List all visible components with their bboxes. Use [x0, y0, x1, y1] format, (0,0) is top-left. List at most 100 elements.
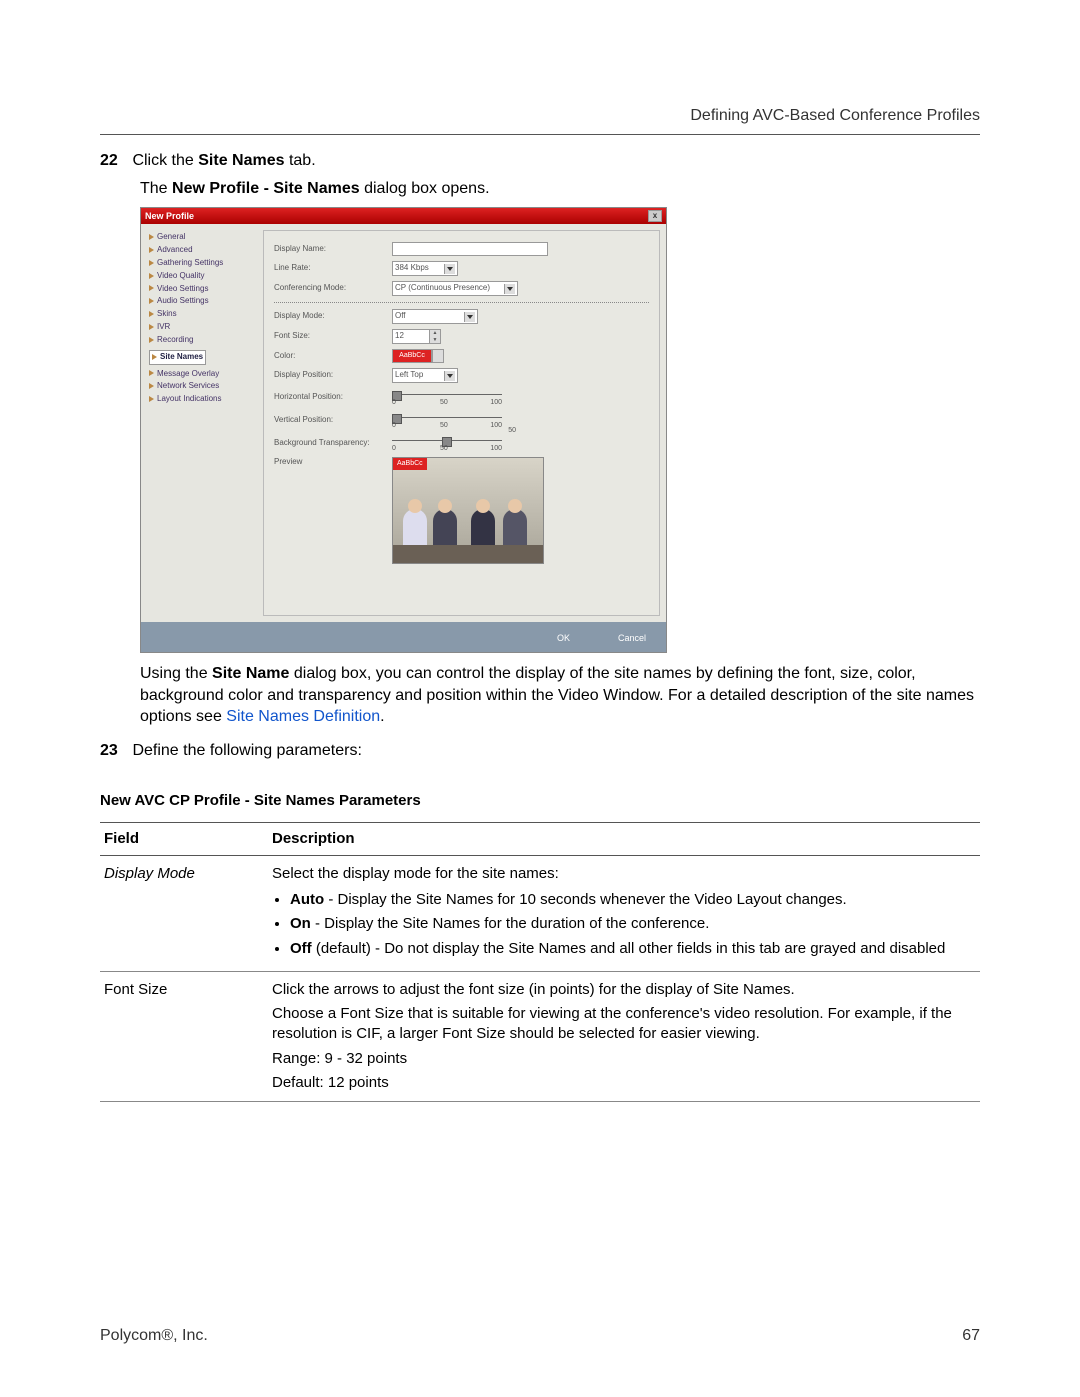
conf-mode-value: CP (Continuous Presence): [395, 283, 490, 294]
sidebar-item-ivr[interactable]: IVR: [149, 322, 259, 333]
label-display-pos: Display Position:: [274, 370, 392, 381]
sidebar-item-layout-indications[interactable]: Layout Indications: [149, 394, 259, 405]
vertical-position-slider[interactable]: 0 50 100: [392, 411, 502, 429]
line-rate-value: 384 Kbps: [395, 263, 429, 274]
p3: Range: 9 - 32 points: [272, 1049, 976, 1069]
desc-display-mode: Select the display mode for the site nam…: [268, 855, 980, 971]
sidebar-item-message-overlay[interactable]: Message Overlay: [149, 369, 259, 380]
step-text: Define the following parameters:: [128, 742, 362, 759]
slider-mid: 50: [440, 444, 448, 453]
dialog-screenshot: New Profile x General Advanced Gathering…: [140, 207, 980, 653]
table-row: Display Mode Select the display mode for…: [100, 855, 980, 971]
display-mode-select[interactable]: Off: [392, 309, 478, 324]
display-position-select[interactable]: Left Top: [392, 368, 458, 383]
th-description: Description: [268, 822, 980, 855]
step-number: 22: [100, 150, 128, 172]
label-display-name: Display Name:: [274, 244, 392, 255]
slider-min: 0: [392, 421, 396, 430]
conf-mode-select[interactable]: CP (Continuous Presence): [392, 281, 518, 296]
chevron-down-icon: [444, 371, 455, 381]
sidebar-item-audio-settings[interactable]: Audio Settings: [149, 296, 259, 307]
footer-company: Polycom®, Inc.: [100, 1325, 208, 1347]
label-line-rate: Line Rate:: [274, 263, 392, 274]
step-number: 23: [100, 740, 128, 762]
using-paragraph: Using the Site Name dialog box, you can …: [140, 663, 980, 728]
field-display-mode: Display Mode: [100, 855, 268, 971]
header-rule: [100, 134, 980, 135]
color-picker[interactable]: AaBbCc: [392, 349, 444, 363]
font-size-stepper[interactable]: 12▲▼: [392, 329, 441, 344]
p-post: .: [380, 708, 384, 725]
slider-mid: 50: [440, 421, 448, 430]
sidebar-item-general[interactable]: General: [149, 232, 259, 243]
page-number: 67: [962, 1325, 980, 1347]
label-conf-mode: Conferencing Mode:: [274, 283, 392, 294]
label-h-pos: Horizontal Position:: [274, 392, 392, 403]
chevron-down-icon: [464, 312, 475, 322]
field-font-size: Font Size: [100, 971, 268, 1101]
p-pre: Using the: [140, 665, 212, 682]
running-header: Defining AVC-Based Conference Profiles: [690, 105, 980, 127]
step-22-sub: The New Profile - Site Names dialog box …: [140, 178, 980, 200]
p2: Choose a Font Size that is suitable for …: [272, 1004, 976, 1045]
cancel-button[interactable]: Cancel: [602, 630, 662, 646]
bg-transparency-slider[interactable]: 0 50 100: [392, 434, 502, 452]
dialog-title: New Profile: [145, 210, 194, 222]
display-name-input[interactable]: [392, 242, 548, 256]
horizontal-position-slider[interactable]: 0 50 100: [392, 388, 502, 406]
sidebar-item-network-services[interactable]: Network Services: [149, 381, 259, 392]
params-table: Field Description Display Mode Select th…: [100, 822, 980, 1103]
label-bg-trans: Background Transparency:: [274, 438, 392, 449]
step-text-bold: Site Names: [198, 152, 284, 169]
list-item: On - Display the Site Names for the dura…: [290, 914, 976, 934]
opt-auto-text: - Display the Site Names for 10 seconds …: [324, 891, 847, 908]
slider-max: 100: [490, 421, 502, 430]
p1: Click the arrows to adjust the font size…: [272, 980, 976, 1000]
ok-button[interactable]: OK: [534, 630, 594, 646]
label-preview: Preview: [274, 457, 392, 468]
slider-max: 100: [490, 444, 502, 453]
opt-on: On: [290, 915, 311, 932]
close-icon[interactable]: x: [648, 210, 662, 222]
desc-intro: Select the display mode for the site nam…: [272, 865, 559, 882]
desc-font-size: Click the arrows to adjust the font size…: [268, 971, 980, 1101]
line-rate-select[interactable]: 384 Kbps: [392, 261, 458, 276]
slider-min: 0: [392, 444, 396, 453]
list-item: Auto - Display the Site Names for 10 sec…: [290, 890, 976, 910]
sidebar-item-advanced[interactable]: Advanced: [149, 245, 259, 256]
p-bold: Site Name: [212, 665, 289, 682]
dialog-footer: OK Cancel: [141, 622, 666, 652]
table-row: Font Size Click the arrows to adjust the…: [100, 971, 980, 1101]
chevron-down-icon[interactable]: ▼: [430, 337, 440, 344]
sidebar-item-video-settings[interactable]: Video Settings: [149, 284, 259, 295]
step-text-pre: Click the: [128, 152, 198, 169]
sidebar-item-recording[interactable]: Recording: [149, 335, 259, 346]
color-sample: AaBbCc: [392, 349, 432, 363]
slider-max: 100: [490, 398, 502, 407]
sidebar-item-gathering[interactable]: Gathering Settings: [149, 258, 259, 269]
opt-off: Off: [290, 940, 312, 957]
chevron-down-icon: [444, 264, 455, 274]
slider-mid: 50: [440, 398, 448, 407]
sub-bold: New Profile - Site Names: [172, 180, 360, 197]
label-v-pos: Vertical Position:: [274, 415, 392, 426]
label-font-size: Font Size:: [274, 331, 392, 342]
step-text-post: tab.: [285, 152, 316, 169]
slider-min: 0: [392, 398, 396, 407]
p4: Default: 12 points: [272, 1073, 976, 1093]
dialog-titlebar: New Profile x: [141, 208, 666, 224]
list-item: Off (default) - Do not display the Site …: [290, 939, 976, 959]
sidebar-item-skins[interactable]: Skins: [149, 309, 259, 320]
th-field: Field: [100, 822, 268, 855]
preview-tag: AaBbCc: [393, 458, 427, 469]
table-caption: New AVC CP Profile - Site Names Paramete…: [100, 791, 980, 811]
sidebar-item-video-quality[interactable]: Video Quality: [149, 271, 259, 282]
sidebar-item-site-names[interactable]: Site Names: [149, 350, 206, 365]
dialog-main-panel: Display Name: Line Rate: 384 Kbps Confer…: [263, 230, 660, 616]
label-display-mode: Display Mode:: [274, 311, 392, 322]
separator: [274, 302, 649, 303]
sub-pre: The: [140, 180, 172, 197]
dialog-sidebar: General Advanced Gathering Settings Vide…: [141, 224, 263, 622]
font-size-value: 12: [392, 329, 430, 344]
site-names-definition-link[interactable]: Site Names Definition: [226, 708, 380, 725]
